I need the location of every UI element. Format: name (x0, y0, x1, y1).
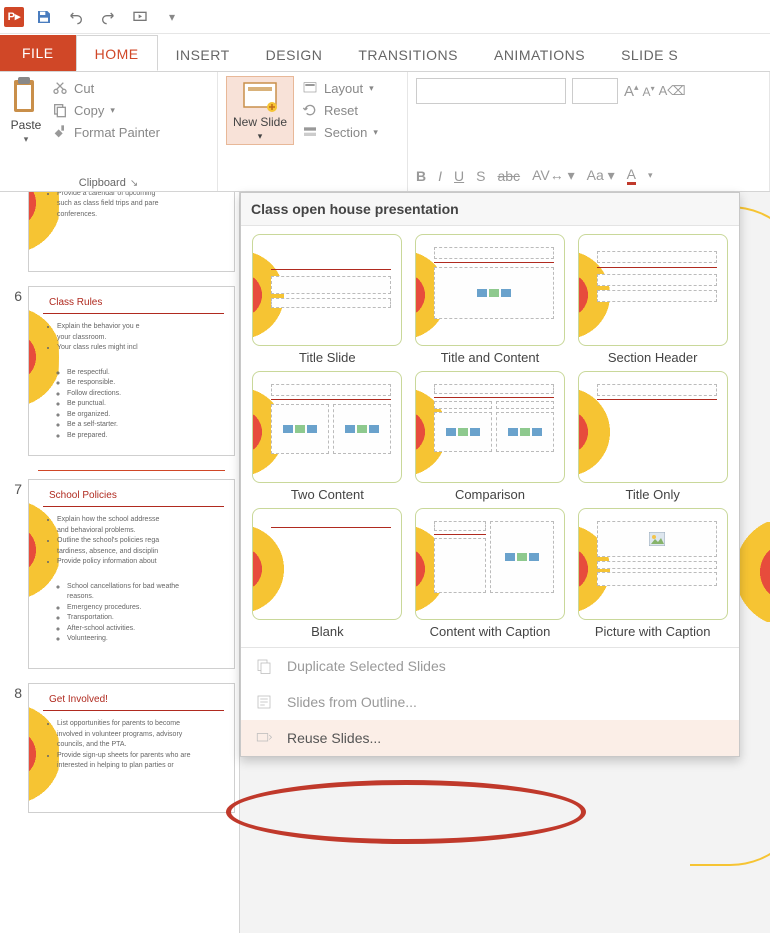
paste-label: Paste (11, 118, 42, 132)
tab-slideshow[interactable]: SLIDE S (603, 37, 696, 71)
picture-icon (649, 532, 665, 546)
new-slide-button[interactable]: New Slide ▾ (226, 76, 294, 145)
slide-thumbnail[interactable]: progress reports will be sent hom Descri… (28, 192, 235, 272)
section-icon (302, 124, 318, 140)
slides-from-outline-item[interactable]: Slides from Outline... (241, 684, 739, 720)
cut-button[interactable]: Cut (52, 80, 160, 96)
ribbon: Paste ▾ Cut Copy ▾ Format Painter (0, 72, 770, 192)
gallery-footer: Duplicate Selected Slides Slides from Ou… (241, 647, 739, 756)
tab-transitions[interactable]: TRANSITIONS (340, 37, 476, 71)
slide-thumbnail[interactable]: School Policies Explain how the school a… (28, 479, 235, 669)
slide-thumbnail[interactable]: Get Involved! List opportunities for par… (28, 683, 235, 813)
content-placeholder-icon (477, 289, 511, 297)
new-slide-icon (242, 81, 278, 113)
slide-number: 7 (8, 479, 22, 497)
slide-number: 8 (8, 683, 22, 701)
new-slide-gallery: Class open house presentation Title Slid… (240, 192, 740, 757)
slide-thumbnail[interactable]: Class Rules Explain the behavior you e y… (28, 286, 235, 456)
clipboard-icon (8, 76, 44, 116)
undo-icon (68, 9, 84, 25)
strikethrough-button[interactable]: abc (497, 168, 520, 184)
reset-icon (302, 102, 318, 118)
paste-button[interactable]: Paste ▾ (8, 76, 44, 145)
redo-button[interactable] (96, 5, 120, 29)
save-button[interactable] (32, 5, 56, 29)
slide-title: Get Involved! (49, 694, 222, 705)
layout-title-slide[interactable]: Title Slide (249, 234, 406, 365)
scissors-icon (52, 80, 68, 96)
char-spacing-button[interactable]: AV↔ ▾ (532, 167, 575, 184)
ribbon-tabs: FILE HOME INSERT DESIGN TRANSITIONS ANIM… (0, 34, 770, 72)
present-from-start-button[interactable] (128, 5, 152, 29)
presentation-icon (132, 9, 148, 25)
font-size-combo[interactable] (572, 78, 618, 104)
tab-design[interactable]: DESIGN (248, 37, 341, 71)
outline-icon (255, 693, 273, 711)
paste-dropdown-icon[interactable]: ▾ (24, 134, 29, 145)
font-color-button[interactable]: A (627, 166, 636, 185)
underline-button[interactable]: U (454, 168, 464, 184)
grow-font-button[interactable]: A▴ (624, 82, 639, 100)
workspace: progress reports will be sent hom Descri… (0, 192, 770, 933)
layout-button[interactable]: Layout▾ (302, 80, 378, 96)
format-painter-label: Format Painter (74, 125, 160, 140)
group-slides-label (226, 187, 399, 189)
slide-number: 6 (8, 286, 22, 304)
slide-title: Class Rules (49, 297, 222, 308)
tab-file[interactable]: FILE (0, 35, 76, 71)
layout-label: Layout (324, 81, 363, 96)
new-slide-label: New Slide (233, 115, 287, 129)
tab-animations[interactable]: ANIMATIONS (476, 37, 603, 71)
slide-title: School Policies (49, 490, 222, 501)
font-family-combo[interactable] (416, 78, 566, 104)
layout-comparison[interactable]: Comparison (412, 371, 569, 502)
format-painter-button[interactable]: Format Painter (52, 124, 160, 140)
section-separator (38, 470, 225, 471)
clear-formatting-button[interactable]: A⌫ (659, 83, 686, 99)
layout-two-content[interactable]: Two Content (249, 371, 406, 502)
tab-home[interactable]: HOME (76, 35, 158, 71)
powerpoint-logo-icon: P▸ (4, 7, 24, 27)
group-slides: New Slide ▾ Layout▾ Reset Section▾ (218, 72, 408, 191)
shrink-font-button[interactable]: A▾ (643, 84, 655, 99)
layout-picture-caption[interactable]: Picture with Caption (574, 508, 731, 639)
layout-section-header[interactable]: Section Header (574, 234, 731, 365)
tab-insert[interactable]: INSERT (158, 37, 248, 71)
gallery-header: Class open house presentation (241, 193, 739, 226)
change-case-button[interactable]: Aa ▾ (587, 167, 615, 184)
text-shadow-button[interactable]: S (476, 168, 485, 184)
layout-title-only[interactable]: Title Only (574, 371, 731, 502)
cut-label: Cut (74, 81, 94, 96)
bold-button[interactable]: B (416, 168, 426, 184)
reset-label: Reset (324, 103, 358, 118)
copy-button[interactable]: Copy ▾ (52, 102, 160, 118)
clipboard-launcher-icon[interactable]: ↘ (130, 178, 138, 189)
section-button[interactable]: Section▾ (302, 124, 378, 140)
section-label: Section (324, 125, 367, 140)
group-clipboard: Paste ▾ Cut Copy ▾ Format Painter (0, 72, 218, 191)
italic-button[interactable]: I (438, 168, 442, 184)
save-icon (36, 9, 52, 25)
redo-icon (100, 9, 116, 25)
layout-content-caption[interactable]: Content with Caption (412, 508, 569, 639)
quick-access-toolbar: P▸ ▾ (0, 0, 770, 34)
layout-title-content[interactable]: Title and Content (412, 234, 569, 365)
copy-label: Copy (74, 103, 104, 118)
undo-button[interactable] (64, 5, 88, 29)
slide-thumbnail-panel[interactable]: progress reports will be sent hom Descri… (0, 192, 240, 933)
copy-icon (52, 102, 68, 118)
layout-icon (302, 80, 318, 96)
group-font: A▴ A▾ A⌫ B I U S abc AV↔ ▾ Aa ▾ A▾ (408, 72, 770, 191)
reuse-icon (255, 729, 273, 747)
layout-blank[interactable]: Blank (249, 508, 406, 639)
duplicate-icon (255, 657, 273, 675)
group-clipboard-label: Clipboard ↘ (8, 175, 209, 189)
reuse-slides-item[interactable]: Reuse Slides... (241, 720, 739, 756)
customize-qat-button[interactable]: ▾ (160, 5, 184, 29)
duplicate-slides-item[interactable]: Duplicate Selected Slides (241, 648, 739, 684)
reset-button[interactable]: Reset (302, 102, 378, 118)
brush-icon (52, 124, 68, 140)
